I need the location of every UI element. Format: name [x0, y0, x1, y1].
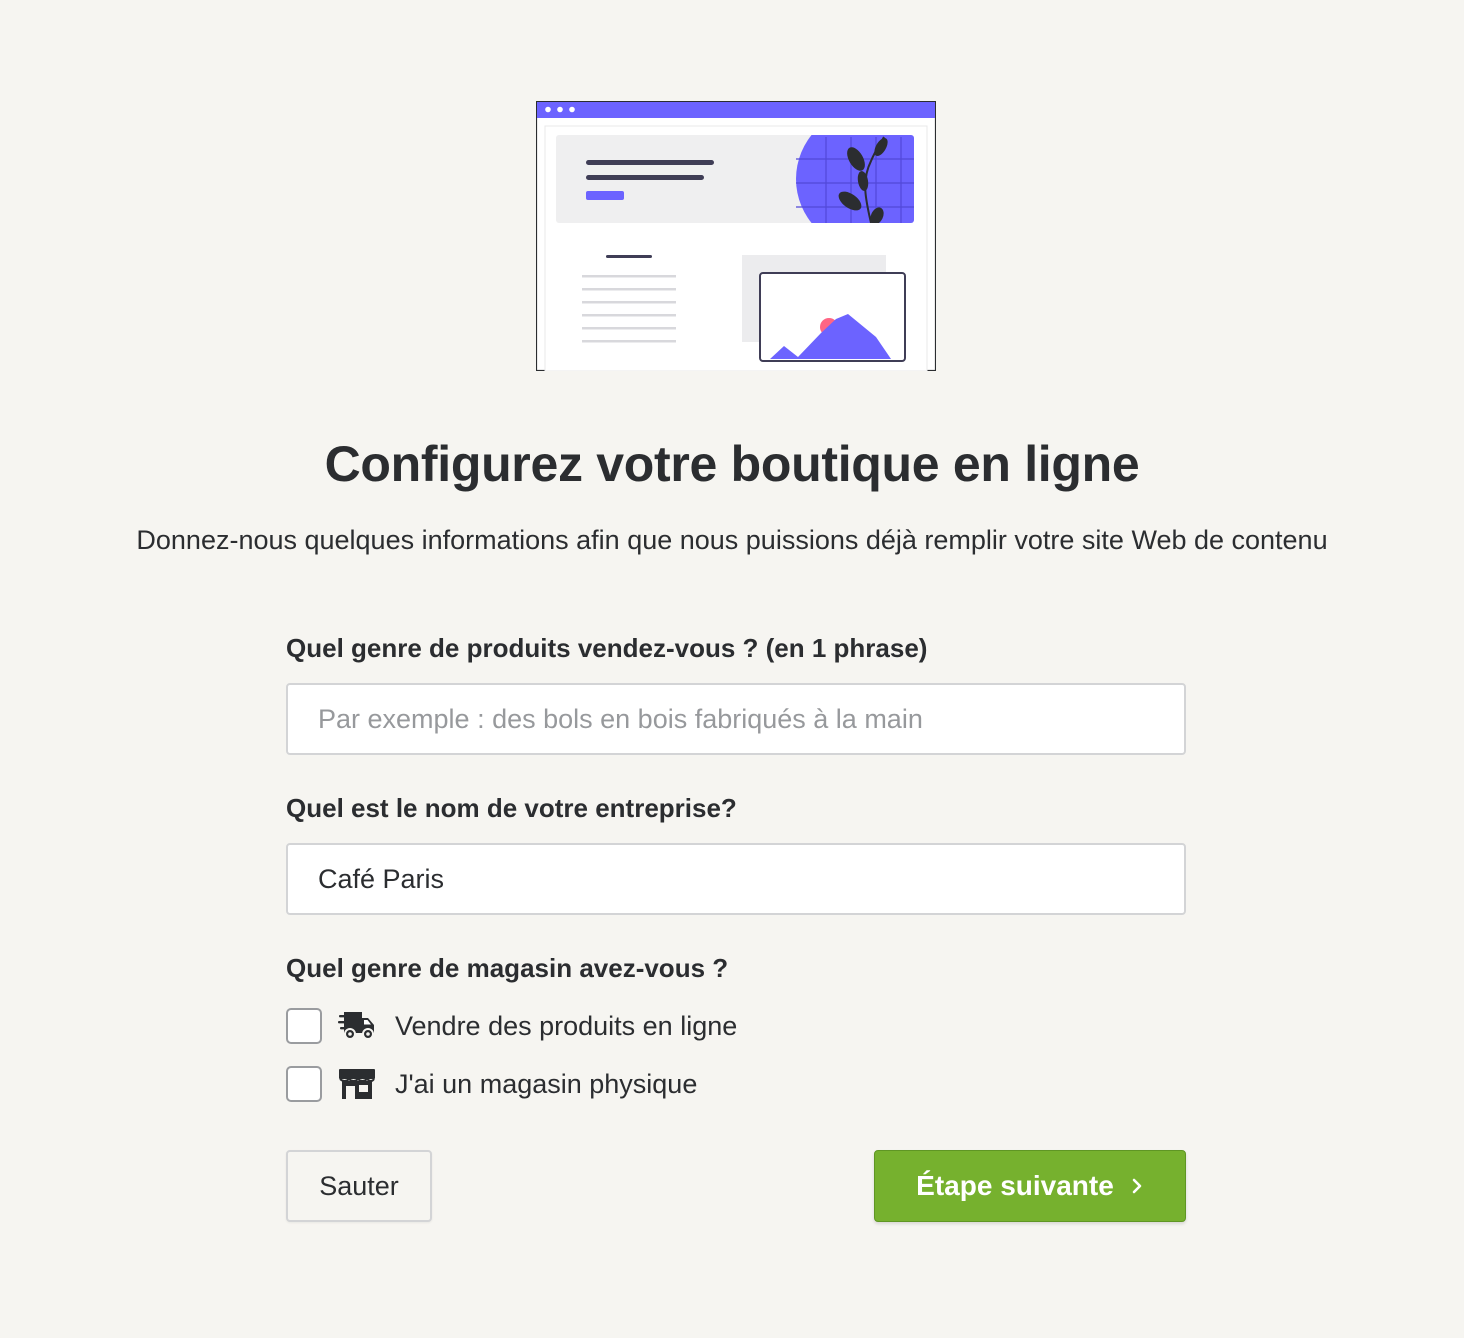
- store-option-physical[interactable]: J'ai un magasin physique: [286, 1064, 697, 1104]
- store-option-online[interactable]: Vendre des produits en ligne: [286, 1006, 737, 1046]
- page-subtitle: Donnez-nous quelques informations afin q…: [136, 525, 1328, 555]
- hero-button: [586, 191, 624, 200]
- skip-button[interactable]: Sauter: [286, 1150, 432, 1222]
- window-dot-3: [569, 106, 575, 113]
- chevron-right-icon: [1130, 1176, 1144, 1196]
- physical-store-label: J'ai un magasin physique: [395, 1069, 698, 1099]
- products-question-label: Quel genre de produits vendez-vous ? (en…: [286, 633, 928, 663]
- website-builder-illustration: [536, 101, 936, 371]
- physical-store-checkbox[interactable]: [286, 1066, 322, 1102]
- online-sales-checkbox[interactable]: [286, 1008, 322, 1044]
- company-name-label: Quel est le nom de votre entreprise?: [286, 793, 737, 823]
- window-dot-2: [557, 106, 563, 113]
- page-title: Configurez votre boutique en ligne: [324, 436, 1140, 492]
- company-name-input[interactable]: [286, 843, 1186, 915]
- products-input[interactable]: [286, 683, 1186, 755]
- online-sales-label: Vendre des produits en ligne: [395, 1011, 738, 1041]
- store-type-label: Quel genre de magasin avez-vous ?: [286, 953, 729, 983]
- browser-title-bar: [537, 102, 935, 118]
- next-step-button[interactable]: Étape suivante: [874, 1150, 1186, 1222]
- next-step-label: Étape suivante: [916, 1170, 1114, 1201]
- delivery-truck-icon: [337, 1009, 377, 1043]
- window-dot-1: [545, 106, 551, 113]
- storefront-icon: [337, 1067, 377, 1101]
